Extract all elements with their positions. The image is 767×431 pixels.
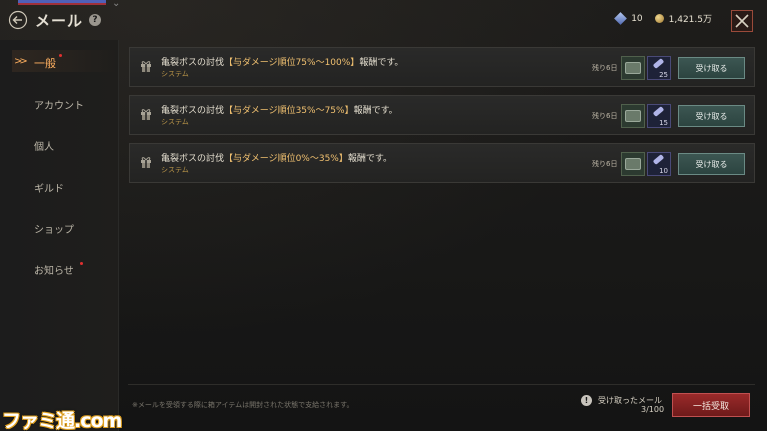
sidebar-item-account[interactable]: アカウント <box>34 97 84 112</box>
sidebar-item-general[interactable]: 一般 <box>34 55 56 71</box>
scroll-item-icon[interactable]: 25 <box>647 56 671 80</box>
sidebar: >> 一般 アカウント 個人 ギルド ショップ お知らせ <box>0 40 119 431</box>
claim-button[interactable]: 受け取る <box>678 105 745 127</box>
item-count: 15 <box>659 119 668 127</box>
mail-title: 亀裂ボスの討伐【与ダメージ順位0%～35%】報酬です。 <box>161 154 392 164</box>
chest-item-icon[interactable] <box>621 152 645 176</box>
sidebar-item-shop[interactable]: ショップ <box>34 221 74 236</box>
info-icon: ! <box>581 395 592 406</box>
close-icon <box>735 14 749 28</box>
item-count: 10 <box>659 167 668 175</box>
active-tab-highlight <box>12 50 118 72</box>
back-arrow-icon[interactable] <box>7 9 29 31</box>
gold-count: 1,421.5万 <box>668 15 712 25</box>
gold-coin-icon <box>654 14 664 23</box>
footer-note: ※メールを受領する際に箱アイテムは開封された状態で支給されます。 <box>132 401 354 409</box>
mail-item[interactable]: 亀裂ボスの討伐【与ダメージ順位35%～75%】報酬です。 システム 残り6日 1… <box>129 95 755 135</box>
sidebar-item-guild[interactable]: ギルド <box>34 180 64 195</box>
double-chevron-right-icon: >> <box>14 56 28 67</box>
header: メール ? <box>0 6 102 34</box>
gem-icon <box>614 12 628 25</box>
divider <box>128 384 755 385</box>
chest-item-icon[interactable] <box>621 104 645 128</box>
scroll-item-icon[interactable]: 10 <box>647 152 671 176</box>
gem-count: 10 <box>631 13 643 24</box>
scroll-item-icon[interactable]: 15 <box>647 104 671 128</box>
page-title: メール <box>35 11 84 30</box>
mail-sender: システム <box>161 70 189 78</box>
notification-badge <box>80 262 83 265</box>
sidebar-item-notice[interactable]: お知らせ <box>34 262 74 277</box>
mail-item[interactable]: 亀裂ボスの討伐【与ダメージ順位75%～100%】報酬です。 システム 残り6日 … <box>129 47 755 87</box>
sidebar-item-personal[interactable]: 個人 <box>34 138 54 153</box>
notification-badge <box>59 54 62 57</box>
gift-icon <box>141 109 151 120</box>
mp-bar <box>18 3 106 5</box>
mail-sender: システム <box>161 118 189 126</box>
chest-item-icon[interactable] <box>621 56 645 80</box>
help-icon[interactable]: ? <box>89 14 102 26</box>
remaining-days: 残り6日 <box>592 112 618 120</box>
claim-button[interactable]: 受け取る <box>678 153 745 175</box>
remaining-days: 残り6日 <box>592 64 618 72</box>
gift-icon <box>141 157 151 168</box>
mail-title: 亀裂ボスの討伐【与ダメージ順位35%～75%】報酬です。 <box>161 106 398 116</box>
claim-all-button[interactable]: 一括受取 <box>672 393 750 417</box>
chevron-down-icon[interactable]: ⌄ <box>112 0 120 9</box>
mail-item[interactable]: 亀裂ボスの討伐【与ダメージ順位0%～35%】報酬です。 システム 残り6日 10… <box>129 143 755 183</box>
remaining-days: 残り6日 <box>592 160 618 168</box>
mail-sender: システム <box>161 166 189 174</box>
mail-title: 亀裂ボスの討伐【与ダメージ順位75%～100%】報酬です。 <box>161 58 404 68</box>
gift-icon <box>141 61 151 72</box>
watermark-logo: ファミ通.com <box>2 410 122 431</box>
received-mail-count: 3/100 <box>641 405 665 414</box>
claim-button[interactable]: 受け取る <box>678 57 745 79</box>
close-button[interactable] <box>731 10 753 32</box>
mail-screen: ⌄ メール ? 10 1,421.5万 >> 一般 アカウント 個人 ギルド シ… <box>0 0 767 431</box>
currency-display: 10 1,421.5万 <box>614 12 712 25</box>
item-count: 25 <box>659 71 668 79</box>
